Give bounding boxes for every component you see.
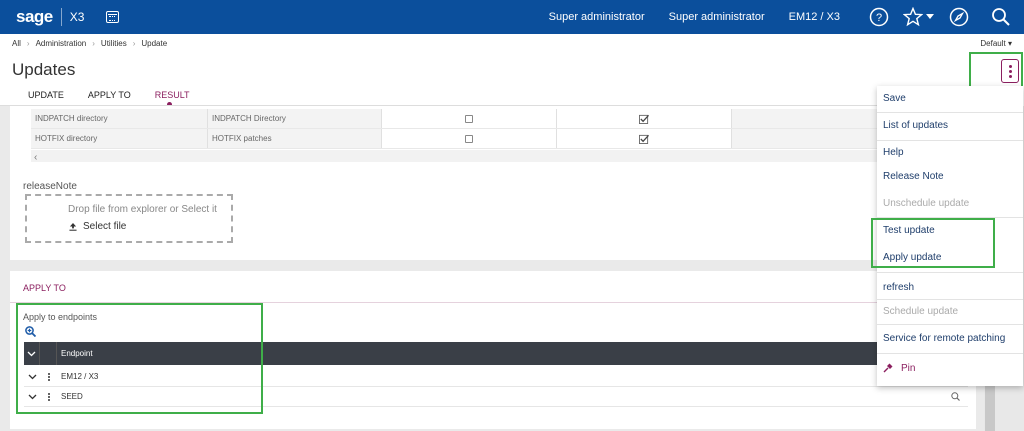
- checkbox-checked-icon[interactable]: [639, 134, 649, 144]
- grid-cell-name: INDPATCH directory: [31, 109, 208, 128]
- search-icon[interactable]: [990, 6, 1012, 28]
- caret-down-icon[interactable]: [926, 6, 934, 28]
- grid-cell-check2: [557, 129, 732, 148]
- checkbox-unchecked[interactable]: [465, 114, 473, 123]
- directory-grid: INDPATCH directory INDPATCH Directory HO…: [31, 109, 881, 149]
- release-note-label: releaseNote: [23, 181, 77, 192]
- logo-separator: [60, 8, 62, 26]
- chevron-right-icon: ›: [26, 38, 30, 48]
- top-bar: sage X3 Super administrator Super admini…: [0, 0, 1024, 34]
- grid-cell-description: HOTFIX patches: [208, 129, 382, 148]
- table-row: INDPATCH directory INDPATCH Directory: [31, 109, 881, 129]
- help-icon[interactable]: ?: [868, 6, 890, 28]
- menu-item-unschedule-update: Unschedule update: [883, 198, 970, 209]
- caret-down-icon: ▾: [1007, 39, 1012, 48]
- breadcrumb-update[interactable]: Update: [141, 39, 167, 48]
- chevron-right-icon: ›: [92, 38, 95, 48]
- breadcrumb-all[interactable]: All: [12, 39, 21, 48]
- menu-item-refresh[interactable]: refresh: [883, 282, 914, 293]
- page-header: Updates UPDATE APPLY TO RESULT: [0, 52, 1024, 107]
- product-name: X3: [69, 10, 85, 24]
- chevron-left-icon[interactable]: ‹: [34, 152, 37, 163]
- pin-label: Pin: [901, 363, 916, 374]
- menu-item-help[interactable]: Help: [883, 147, 904, 158]
- apply-to-title: APPLY TO: [23, 283, 66, 293]
- grid-cell-name: HOTFIX directory: [31, 129, 208, 148]
- user-role-2[interactable]: Super administrator: [669, 11, 765, 23]
- sage-logo[interactable]: sage: [16, 7, 53, 27]
- select-file-label: Select file: [83, 221, 127, 232]
- lookup-search-icon[interactable]: [951, 392, 960, 403]
- highlight-box-endpoints: [16, 303, 263, 414]
- grid-cell-check1: [382, 109, 557, 128]
- grid-cell-check2: [557, 109, 732, 128]
- pin-icon: [883, 363, 893, 373]
- tab-result[interactable]: RESULT: [155, 90, 190, 107]
- file-dropzone[interactable]: Drop file from explorer or Select it Sel…: [25, 194, 233, 243]
- menu-item-schedule-update: Schedule update: [883, 306, 959, 317]
- menu-divider: [877, 140, 1023, 141]
- calendar-icon[interactable]: [106, 11, 120, 23]
- star-icon[interactable]: [902, 6, 924, 28]
- menu-divider: [877, 324, 1023, 325]
- menu-item-save[interactable]: Save: [883, 93, 906, 104]
- breadcrumb-utilities[interactable]: Utilities: [101, 39, 127, 48]
- menu-item-pin[interactable]: Pin: [883, 363, 915, 374]
- grid-cell-empty: [732, 129, 881, 148]
- update-section: INDPATCH directory INDPATCH Directory HO…: [10, 106, 976, 260]
- upload-icon: [69, 222, 77, 231]
- breadcrumb: All › Administration › Utilities › Updat…: [0, 34, 1024, 52]
- default-selector-label: Default: [980, 39, 1006, 48]
- horizontal-scrollbar[interactable]: [31, 150, 881, 162]
- dropzone-hint: Drop file from explorer or Select it: [68, 204, 217, 215]
- menu-divider: [877, 112, 1023, 113]
- tab-bar: UPDATE APPLY TO RESULT: [28, 90, 214, 107]
- breadcrumb-administration[interactable]: Administration: [36, 39, 87, 48]
- grid-cell-description: INDPATCH Directory: [208, 109, 382, 128]
- default-selector[interactable]: Default ▾: [980, 39, 1012, 48]
- menu-item-release-note[interactable]: Release Note: [883, 171, 944, 182]
- tab-update[interactable]: UPDATE: [28, 90, 64, 100]
- table-row: HOTFIX directory HOTFIX patches: [31, 129, 881, 149]
- user-role-1[interactable]: Super administrator: [549, 11, 645, 23]
- compass-icon[interactable]: [948, 6, 970, 28]
- menu-divider: [877, 353, 1023, 354]
- menu-item-service-remote-patching[interactable]: Service for remote patching: [883, 333, 1005, 344]
- highlight-box-actions: [969, 52, 1023, 90]
- highlight-box-test-apply: [871, 218, 995, 268]
- vertical-scrollbar[interactable]: [985, 380, 995, 431]
- checkbox-unchecked[interactable]: [465, 134, 473, 143]
- page-title: Updates: [12, 60, 76, 79]
- menu-item-list-of-updates[interactable]: List of updates: [883, 120, 948, 131]
- tab-apply-to[interactable]: APPLY TO: [88, 90, 131, 100]
- menu-divider: [877, 299, 1023, 300]
- chevron-right-icon: ›: [132, 38, 136, 48]
- grid-cell-empty: [732, 109, 881, 128]
- checkbox-checked-icon[interactable]: [639, 114, 649, 124]
- endpoint-selector[interactable]: EM12 / X3: [789, 11, 840, 23]
- select-file-button[interactable]: Select file: [69, 221, 126, 232]
- svg-text:?: ?: [876, 12, 882, 24]
- menu-divider: [877, 272, 1023, 273]
- grid-cell-check1: [382, 129, 557, 148]
